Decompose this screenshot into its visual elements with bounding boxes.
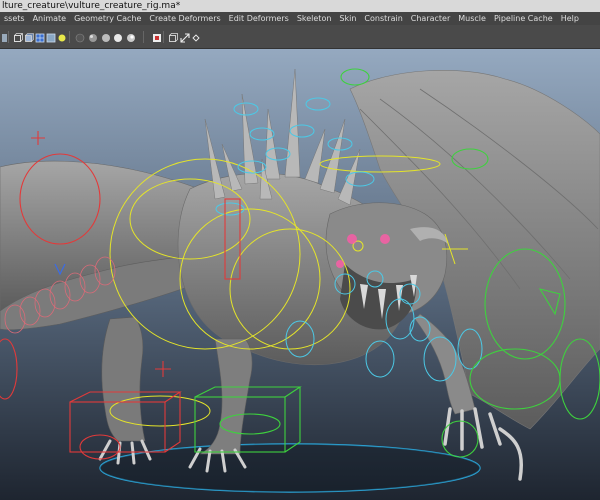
menu-muscle[interactable]: Muscle — [454, 12, 490, 25]
menu-pipeline-cache[interactable]: Pipeline Cache — [490, 12, 557, 25]
menu-create-deformers[interactable]: Create Deformers — [145, 12, 224, 25]
viewport-toolbar — [0, 25, 600, 49]
menu-character[interactable]: Character — [407, 12, 455, 25]
textured-cube-icon[interactable] — [35, 33, 45, 43]
menu-edit-deformers[interactable]: Edit Deformers — [225, 12, 293, 25]
toolbar-divider — [8, 31, 9, 43]
shaded-cube-icon[interactable] — [24, 33, 34, 43]
light-bulb-icon[interactable] — [57, 33, 67, 43]
menu-skin[interactable]: Skin — [335, 12, 360, 25]
sphere-white-icon[interactable] — [113, 33, 123, 43]
menu-help[interactable]: Help — [557, 12, 583, 25]
3d-viewport[interactable]: persp — [0, 49, 600, 500]
menu-assets[interactable]: ssets — [0, 12, 29, 25]
camera-attributes-icon[interactable] — [191, 33, 201, 43]
smooth-shade-icon[interactable] — [46, 33, 56, 43]
toolbar-divider — [163, 31, 164, 43]
transform-icon[interactable] — [180, 33, 190, 43]
image-plane-icon[interactable] — [126, 33, 136, 43]
title-bar: lture_creature\vulture_creature_rig.ma* — [0, 0, 600, 12]
menu-animate[interactable]: Animate — [29, 12, 71, 25]
menu-skeleton[interactable]: Skeleton — [293, 12, 336, 25]
toolbar-divider — [143, 31, 144, 43]
window-title: lture_creature\vulture_creature_rig.ma* — [2, 1, 181, 11]
viewport-scene — [0, 49, 600, 500]
camera-icon[interactable] — [168, 33, 178, 43]
maya-window: lture_creature\vulture_creature_rig.ma* … — [0, 0, 600, 500]
wireframe-cube-icon[interactable] — [13, 33, 23, 43]
ground-shadow — [100, 444, 480, 492]
sphere-dark-icon[interactable] — [75, 33, 85, 43]
sphere-light-icon[interactable] — [101, 33, 111, 43]
rear-leg-mesh[interactable] — [101, 316, 146, 442]
sphere-shaded-icon[interactable] — [88, 33, 98, 43]
toolbar-divider — [69, 31, 70, 43]
menu-bar: ssets Animate Geometry Cache Create Deforme… — [0, 12, 600, 25]
menu-constrain[interactable]: Constrain — [360, 12, 406, 25]
menu-geometry-cache[interactable]: Geometry Cache — [70, 12, 145, 25]
resolution-gate-icon[interactable] — [152, 33, 162, 43]
